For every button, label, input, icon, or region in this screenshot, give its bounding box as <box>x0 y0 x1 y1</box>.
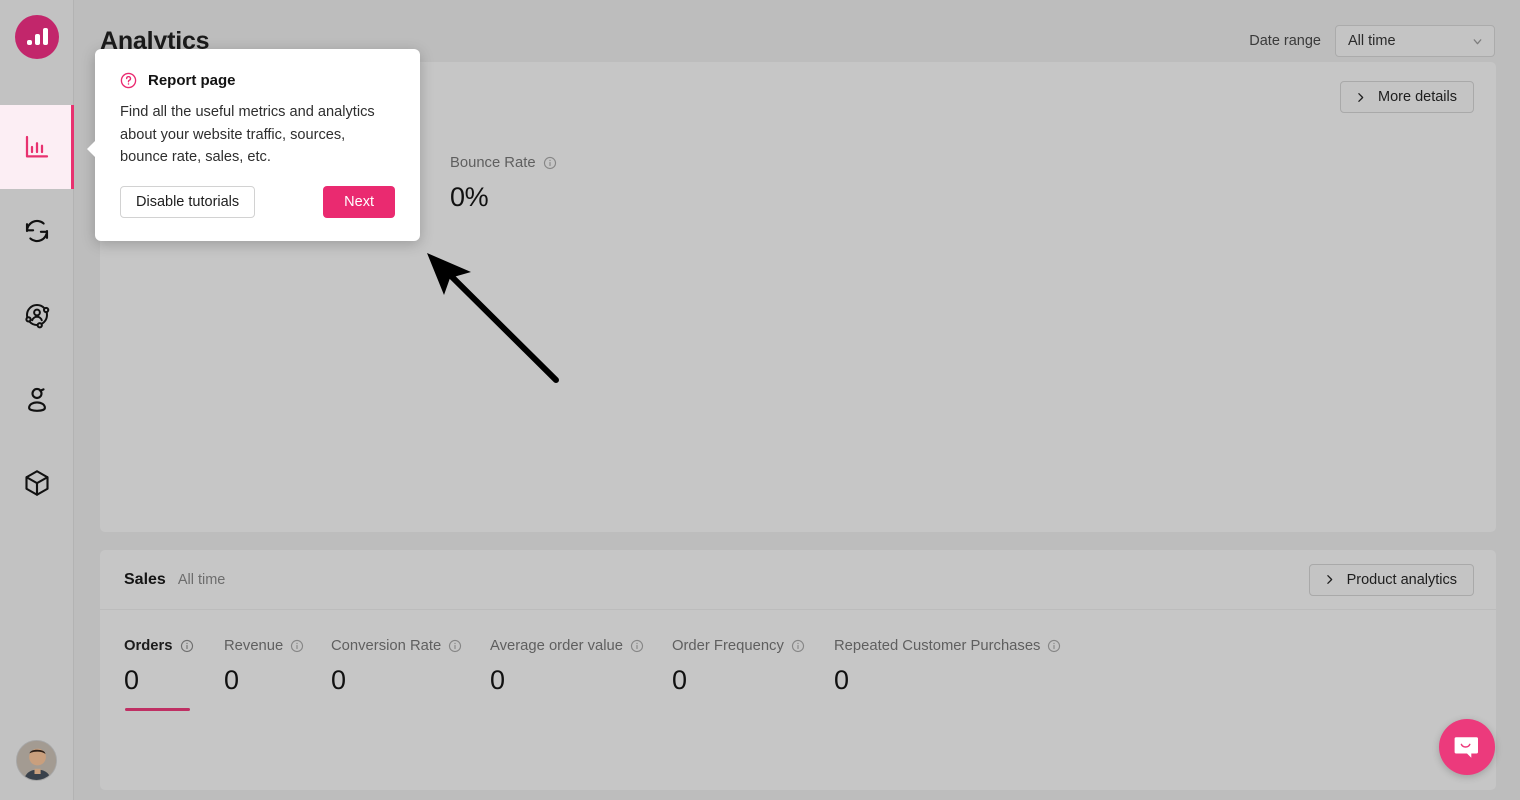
next-button[interactable]: Next <box>323 186 395 218</box>
info-icon[interactable] <box>448 639 462 653</box>
tutorial-tooltip-body: Find all the useful metrics and analytic… <box>120 104 375 165</box>
chevron-right-icon <box>1326 575 1332 584</box>
chat-launcher-button[interactable] <box>1439 719 1495 775</box>
traffic-metrics: Bounce Rate 0% <box>450 155 557 213</box>
metric-repeated-customer-purchases-value: 0 <box>834 665 849 695</box>
sidebar-item-products[interactable] <box>0 441 74 525</box>
metric-average-order-value-value: 0 <box>490 665 505 695</box>
metric-order-frequency-label: Order Frequency <box>672 638 784 654</box>
metric-bounce-rate-label: Bounce Rate <box>450 155 536 171</box>
sidebar-item-sync[interactable] <box>0 189 74 273</box>
sidebar-nav <box>0 105 74 525</box>
metric-average-order-value-label: Average order value <box>490 638 623 654</box>
bar-chart-icon <box>22 132 52 162</box>
logo-bar-small <box>26 40 32 45</box>
metric-orders-value: 0 <box>124 665 139 695</box>
metric-conversion-rate-value: 0 <box>331 665 346 695</box>
box-cube-icon <box>22 468 52 498</box>
sales-metrics: Orders 0 Revenue 0 Conversion Rate 0 Ave… <box>124 638 1074 711</box>
metric-order-frequency[interactable]: Order Frequency 0 <box>672 638 834 696</box>
sales-card-header: Sales All time Product analytics <box>100 550 1496 610</box>
metric-bounce-rate-value: 0% <box>450 182 489 212</box>
tutorial-tooltip-header: Report page <box>120 72 395 89</box>
info-icon[interactable] <box>543 156 557 170</box>
app-logo[interactable] <box>15 15 59 59</box>
info-icon[interactable] <box>1047 639 1061 653</box>
chevron-down-icon <box>1473 38 1482 44</box>
info-icon[interactable] <box>630 639 644 653</box>
metric-revenue[interactable]: Revenue 0 <box>224 638 331 696</box>
info-icon[interactable] <box>180 639 194 653</box>
sales-subtitle: All time <box>177 571 226 588</box>
user-network-icon <box>22 300 52 330</box>
tutorial-tooltip: Report page Find all the useful metrics … <box>87 49 420 241</box>
metric-revenue-label: Revenue <box>224 638 284 654</box>
sidebar-item-visitors[interactable] <box>0 357 74 441</box>
metric-conversion-rate-label: Conversion Rate <box>331 638 442 654</box>
product-analytics-button[interactable]: Product analytics <box>1308 563 1474 596</box>
metric-order-frequency-value: 0 <box>672 665 687 695</box>
metric-orders[interactable]: Orders 0 <box>124 638 224 711</box>
metric-conversion-rate[interactable]: Conversion Rate 0 <box>331 638 490 696</box>
date-range-control: Date range All time <box>1249 25 1495 57</box>
date-range-select[interactable]: All time <box>1335 25 1495 57</box>
tutorial-tooltip-title: Report page <box>148 72 236 89</box>
metric-orders-label: Orders <box>124 638 173 654</box>
question-circle-icon <box>120 72 137 89</box>
metric-revenue-value: 0 <box>224 665 239 695</box>
sidebar <box>0 0 74 800</box>
analytics-page: Analytics Date range All time More detai… <box>0 0 1520 800</box>
chat-bubble-icon <box>1454 737 1478 758</box>
more-details-label: More details <box>1378 89 1457 105</box>
info-icon[interactable] <box>290 639 304 653</box>
user-avatar-image <box>17 741 56 780</box>
refresh-sync-icon <box>22 216 52 246</box>
metric-repeated-customer-purchases[interactable]: Repeated Customer Purchases 0 <box>834 638 1074 696</box>
metric-repeated-customer-purchases-label: Repeated Customer Purchases <box>834 638 1041 654</box>
date-range-label: Date range <box>1249 33 1321 49</box>
info-icon[interactable] <box>791 639 805 653</box>
metric-average-order-value[interactable]: Average order value 0 <box>490 638 672 696</box>
more-details-button[interactable]: More details <box>1340 81 1474 113</box>
sidebar-item-audience[interactable] <box>0 273 74 357</box>
avatar[interactable] <box>16 740 57 781</box>
person-pin-icon <box>22 384 52 414</box>
date-range-value: All time <box>1348 33 1396 49</box>
product-analytics-label: Product analytics <box>1346 571 1457 588</box>
logo-bar-medium <box>34 34 40 45</box>
metric-bounce-rate[interactable]: Bounce Rate 0% <box>450 155 557 213</box>
disable-tutorials-button[interactable]: Disable tutorials <box>120 186 256 218</box>
sidebar-item-analytics[interactable] <box>0 105 74 189</box>
sales-title: Sales <box>124 570 166 588</box>
chevron-right-icon <box>1358 92 1364 102</box>
logo-bar-large <box>42 28 48 45</box>
tutorial-tooltip-actions: Disable tutorials Next <box>120 186 395 218</box>
